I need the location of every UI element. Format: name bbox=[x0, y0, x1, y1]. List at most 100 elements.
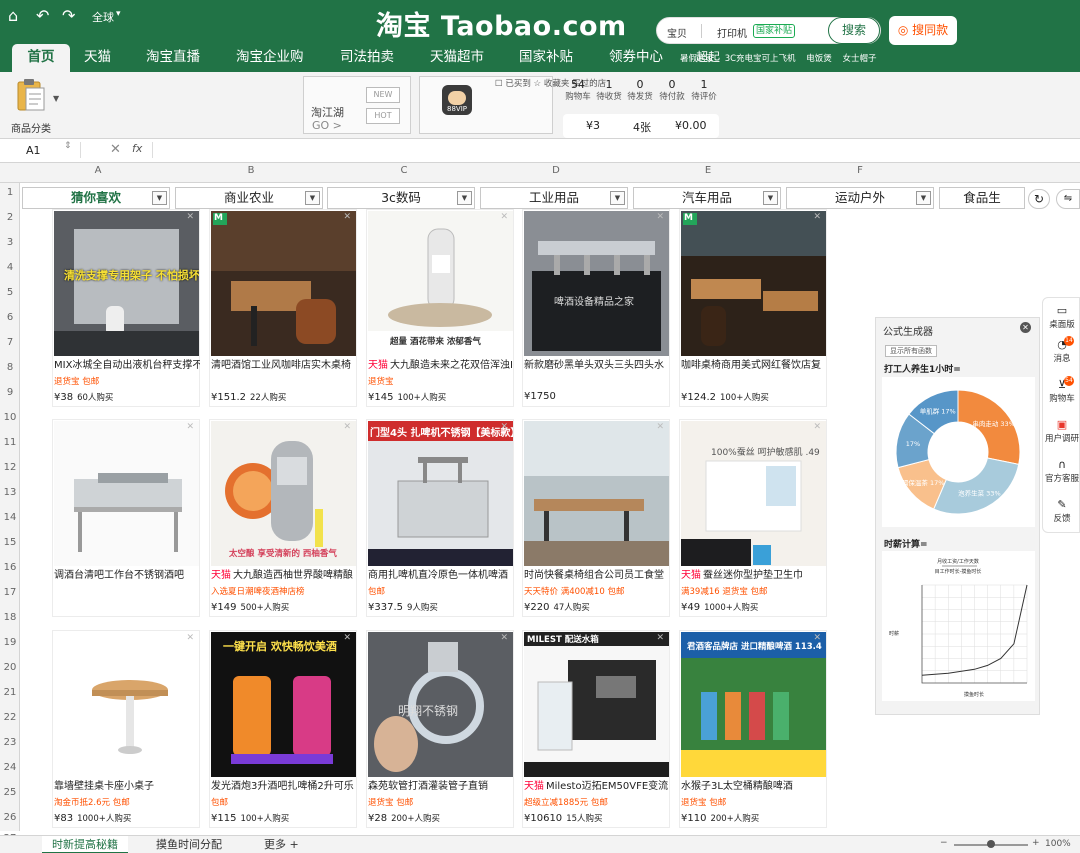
category-label[interactable]: 商品分类 bbox=[11, 120, 51, 135]
side-item-desktop[interactable]: ▭ 桌面版 bbox=[1043, 304, 1080, 330]
search-button[interactable]: 搜索 bbox=[828, 17, 880, 44]
product-title[interactable]: 天猫 大九酿造西柚世界酸啤精酿 bbox=[211, 569, 357, 583]
row-header[interactable]: 26 bbox=[0, 812, 20, 823]
row-header[interactable]: 15 bbox=[0, 537, 20, 548]
row-header[interactable]: 3 bbox=[0, 237, 20, 248]
chevron-down-icon[interactable]: ▾ bbox=[116, 9, 121, 19]
product-title[interactable]: 新款磨砂黑单头双头三头四头水 bbox=[524, 359, 670, 373]
zoom-out-icon[interactable]: − bbox=[940, 838, 948, 848]
row-header[interactable]: 2 bbox=[0, 212, 20, 223]
clipboard-icon[interactable] bbox=[16, 78, 46, 112]
row-header[interactable]: 11 bbox=[0, 437, 20, 448]
side-item-headset[interactable]: ∩ 官方客服 bbox=[1043, 458, 1080, 484]
side-item-message[interactable]: ◔ 消息 14 bbox=[1043, 336, 1080, 364]
column-header[interactable]: C bbox=[394, 165, 414, 176]
product-title[interactable]: 森苑软管打酒灌装管子直销 bbox=[368, 780, 514, 794]
filter-cell[interactable]: 食品生 bbox=[939, 187, 1025, 209]
product-image[interactable] bbox=[524, 421, 669, 566]
product-image[interactable]: M bbox=[681, 211, 826, 356]
product-card[interactable]: 太空酿 享受清新的 西柚香气 ✕ 天猫 大九酿造西柚世界酸啤精酿 入选夏日潮啤夜酒神店榜… bbox=[209, 419, 357, 617]
close-icon[interactable]: ✕ bbox=[500, 422, 508, 432]
filter-cell[interactable]: 汽车用品 ▼ bbox=[633, 187, 781, 209]
show-all-functions-button[interactable]: 显示所有函数 bbox=[885, 345, 937, 357]
tab-subsidy[interactable]: 国家补贴 bbox=[519, 44, 573, 72]
home-icon[interactable]: ⌂ bbox=[8, 6, 18, 25]
product-image[interactable]: 100%蚕丝 呵护敏感肌 .49 bbox=[681, 421, 826, 566]
close-icon[interactable]: ✕ bbox=[343, 422, 351, 432]
product-card[interactable]: ✕ 靠墙壁挂桌卡座小桌子 淘金币抵2.6元 包邮 ¥83 1000+人购买 bbox=[52, 630, 200, 828]
row-header[interactable]: 10 bbox=[0, 412, 20, 423]
same-style-search-button[interactable]: ◎ 搜同款 bbox=[889, 16, 957, 45]
row-header[interactable]: 19 bbox=[0, 637, 20, 648]
tab-live[interactable]: 淘宝直播 bbox=[146, 44, 200, 72]
product-image[interactable]: 太空酿 享受清新的 西柚香气 bbox=[211, 421, 356, 566]
tab-home[interactable]: 首页 bbox=[12, 44, 70, 72]
avatar[interactable]: 88VIP bbox=[442, 85, 472, 115]
close-icon[interactable]: ✕ bbox=[813, 633, 821, 643]
row-header[interactable]: 7 bbox=[0, 337, 20, 348]
dropdown-icon[interactable]: ▼ bbox=[305, 191, 320, 205]
tab-tmall[interactable]: 天猫 bbox=[84, 44, 111, 72]
dropdown-icon[interactable]: ▼ bbox=[457, 191, 472, 205]
taojianghu-promo[interactable]: 淘江湖 GO > NEW HOT bbox=[303, 76, 411, 134]
zoom-in-icon[interactable]: + bbox=[1032, 838, 1040, 848]
swap-icon[interactable]: ⇋ bbox=[1056, 189, 1080, 209]
row-header[interactable]: 25 bbox=[0, 787, 20, 798]
row-header[interactable]: 13 bbox=[0, 487, 20, 498]
close-icon[interactable]: ✕ bbox=[500, 633, 508, 643]
row-header[interactable]: 21 bbox=[0, 687, 20, 698]
product-title[interactable]: 天猫 Milesto迈拓EM50VFE变流 bbox=[524, 780, 670, 794]
close-icon[interactable]: ✕ bbox=[343, 212, 351, 222]
close-icon[interactable]: ✕ bbox=[656, 422, 664, 432]
product-card[interactable]: 门型4头 扎啤机不锈钢【美标款】 带齐✕ 商用扎啤机直冷原色一体机啤酒包邮 ¥337… bbox=[366, 419, 514, 617]
product-title[interactable]: MIX冰城全自动出液机台秤支撑不 bbox=[54, 359, 200, 373]
product-image[interactable]: MILEST 配送水箱 bbox=[524, 632, 669, 777]
side-item-survey[interactable]: ▣ 用户调研 bbox=[1043, 418, 1080, 444]
product-card[interactable]: 清洗支撑专用架子 不怕损坏出液机台秤 免费开票 ✕ MIX冰城全自动出液机台秤支撑不… bbox=[52, 209, 200, 407]
product-card[interactable]: 明翔不锈钢 ✕ 森苑软管打酒灌装管子直销 退货宝 包邮 ¥28 200+人购买 bbox=[366, 630, 514, 828]
product-title[interactable]: 天猫 大九酿造未来之花双倍浑浊I bbox=[368, 359, 514, 373]
refresh-icon[interactable]: ↻ bbox=[1028, 189, 1050, 209]
product-title[interactable]: 调酒台清吧工作台不锈钢酒吧 bbox=[54, 569, 200, 583]
hot-link[interactable]: 暑假宅家 bbox=[680, 54, 714, 64]
row-header[interactable]: 6 bbox=[0, 312, 20, 323]
product-card[interactable]: M ✕ 咖啡桌椅商用美式网红餐饮店复 ¥124.2 100+人购买 bbox=[679, 209, 827, 407]
row-header[interactable]: 8 bbox=[0, 362, 20, 373]
promo-go-link[interactable]: GO > bbox=[312, 119, 342, 132]
close-icon[interactable]: ✕ bbox=[500, 212, 508, 222]
close-icon[interactable]: ✕ bbox=[1020, 322, 1031, 333]
product-image[interactable]: M bbox=[211, 211, 356, 356]
product-card[interactable]: 一键开启 欢快畅饮美酒 ✕ 发光酒炮3升酒吧扎啤桶2升可乐 包邮 ¥115 100+人购买 bbox=[209, 630, 357, 828]
product-image[interactable]: 啤酒设备精品之家 bbox=[524, 211, 669, 356]
filter-cell[interactable]: 商业农业 ▼ bbox=[175, 187, 323, 209]
row-header[interactable]: 1 bbox=[0, 187, 20, 198]
sheet-tab[interactable]: 摸鱼时间分配 bbox=[146, 836, 232, 853]
product-title[interactable]: 水猴子3L太空桶精酿啤酒 bbox=[681, 780, 827, 794]
stat-cart[interactable]: 54 购物车 bbox=[562, 78, 594, 103]
stat-to-pay[interactable]: 0 待付款 bbox=[656, 78, 688, 103]
dropdown-icon[interactable]: ▼ bbox=[916, 191, 931, 205]
product-title[interactable]: 靠墙壁挂桌卡座小桌子 bbox=[54, 780, 200, 794]
stat-to-receive[interactable]: 1 待收货 bbox=[593, 78, 625, 103]
stepper-icon[interactable]: ⇕ bbox=[64, 141, 72, 151]
product-image[interactable] bbox=[54, 632, 199, 777]
stat-to-ship[interactable]: 0 待发货 bbox=[624, 78, 656, 103]
undo-icon[interactable]: ↶ bbox=[36, 6, 49, 25]
cell-reference[interactable]: A1 bbox=[26, 144, 41, 157]
product-card[interactable]: 超量 酒花带来 浓郁香气 ✕ 天猫 大九酿造未来之花双倍浑浊I 退货宝 ¥145 100+人… bbox=[366, 209, 514, 407]
product-card[interactable]: 君酒客品牌店 进口精酿啤酒 113.4 ✕ 水猴子3L太空桶精酿啤酒 退货宝 包邮 ¥1… bbox=[679, 630, 827, 828]
row-header[interactable]: 16 bbox=[0, 562, 20, 573]
product-image[interactable]: 清洗支撑专用架子 不怕损坏出液机台秤 免费开票 bbox=[54, 211, 199, 356]
tab-coupons[interactable]: 领券中心 bbox=[609, 44, 663, 72]
close-icon[interactable]: ✕ bbox=[656, 633, 664, 643]
product-card[interactable]: 100%蚕丝 呵护敏感肌 .49 ✕ 天猫 蚕丝迷你型护垫卫生巾 满39减16 退货宝 … bbox=[679, 419, 827, 617]
tab-auction[interactable]: 司法拍卖 bbox=[340, 44, 394, 72]
product-card[interactable]: ✕ 调酒台清吧工作台不锈钢酒吧 bbox=[52, 419, 200, 617]
product-card[interactable]: 啤酒设备精品之家 ✕ 新款磨砂黑单头双头三头四头水 ¥1750 bbox=[522, 209, 670, 407]
row-header[interactable]: 12 bbox=[0, 462, 20, 473]
close-icon[interactable]: ✕ bbox=[813, 422, 821, 432]
hot-link[interactable]: 3C充电宝可上飞机 bbox=[725, 54, 796, 64]
row-header[interactable]: 20 bbox=[0, 662, 20, 673]
filter-cell[interactable]: 工业用品 ▼ bbox=[480, 187, 628, 209]
brand-logo[interactable]: 淘宝 Taobao.com bbox=[376, 4, 627, 43]
